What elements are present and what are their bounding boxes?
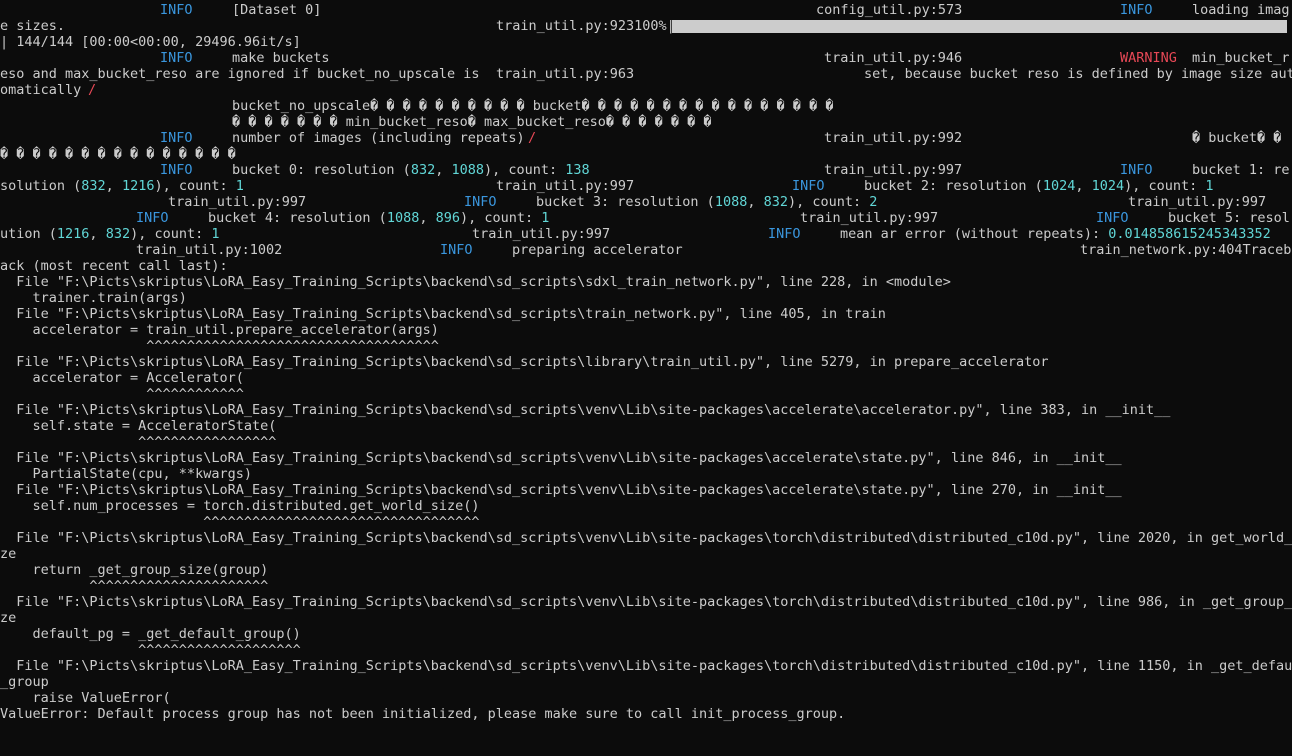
log-source: train_util.py:997 bbox=[472, 226, 611, 242]
traceback-code-line: self.state = AcceleratorState( bbox=[0, 418, 277, 434]
log-message: ution (1216, 832), count: 1 bbox=[0, 226, 220, 242]
log-source: train_util.py:997 bbox=[1128, 194, 1267, 210]
log-line: � � � � � � � � � � � � � � � bbox=[0, 146, 1292, 162]
log-message: min_bucket_r bbox=[1192, 50, 1290, 66]
log-line: e sizes. train_util.py:923100%| bbox=[0, 18, 1292, 34]
traceback-file-line: File "F:\Picts\skriptus\LoRA_Easy_Traini… bbox=[0, 354, 1049, 370]
log-message: bucket 2: resolution (1024, 1024), count… bbox=[864, 178, 1214, 194]
traceback-caret-line: ^^^^^^^^^^^^^^^^^^^^ bbox=[0, 642, 301, 658]
traceback-caret-line: ^^^^^^^^^^^^^^^^^ bbox=[0, 434, 277, 450]
log-line: omatically / bbox=[0, 82, 1292, 98]
log-message: omatically bbox=[0, 82, 82, 98]
log-message: bucket 5: resol bbox=[1168, 210, 1290, 226]
log-line: solution (832, 1216), count: 1 train_uti… bbox=[0, 178, 1292, 194]
traceback-file-line-wrap: _group bbox=[0, 674, 49, 690]
traceback-code-line: self.num_processes = torch.distributed.g… bbox=[0, 498, 480, 514]
log-source: train_util.py:997 bbox=[824, 162, 963, 178]
traceback-code-line: default_pg = _get_default_group() bbox=[0, 626, 301, 642]
log-source: train_util.py:997 bbox=[168, 194, 307, 210]
log-source: train_util.py:992 bbox=[824, 130, 963, 146]
log-source: train_util.py:997 bbox=[496, 178, 635, 194]
log-level-info: INFO bbox=[792, 178, 825, 194]
log-line: eso and max_bucket_reso are ignored if b… bbox=[0, 66, 1292, 82]
log-level-info: INFO bbox=[160, 162, 193, 178]
log-level-info: INFO bbox=[1120, 162, 1153, 178]
log-message: loading imag bbox=[1192, 2, 1290, 18]
traceback-caret-line: ^^^^^^^^^^^^^^^^^^^^^^^^^^^^^^^^^^^^ bbox=[0, 338, 439, 354]
log-message: solution (832, 1216), count: 1 bbox=[0, 178, 244, 194]
traceback-caret-line: ^^^^^^^^^^^^^^^^^^^^^^ bbox=[0, 578, 269, 594]
log-message: � bucket� � bbox=[1192, 130, 1282, 146]
log-line: train_util.py:1002 INFO preparing accele… bbox=[0, 242, 1292, 258]
log-separator: / bbox=[528, 130, 537, 146]
log-message: bucket 3: resolution (1088, 832), count:… bbox=[536, 194, 878, 210]
log-message: number of images (including repeats) bbox=[232, 130, 525, 146]
log-level-info: INFO bbox=[160, 130, 193, 146]
traceback-file-line: File "F:\Picts\skriptus\LoRA_Easy_Traini… bbox=[0, 482, 1122, 498]
log-message: make buckets bbox=[232, 50, 330, 66]
traceback-file-line: File "F:\Picts\skriptus\LoRA_Easy_Traini… bbox=[0, 402, 1171, 418]
traceback-code-line: PartialState(cpu, **kwargs) bbox=[0, 466, 252, 482]
log-level-info: INFO bbox=[768, 226, 801, 242]
traceback-code-line: raise ValueError( bbox=[0, 690, 171, 706]
log-line: INFO bucket 4: resolution (1088, 896), c… bbox=[0, 210, 1292, 226]
log-message: set, because bucket reso is defined by i… bbox=[864, 66, 1292, 82]
log-source: train_util.py:963 bbox=[496, 66, 635, 82]
log-source: config_util.py:573 bbox=[816, 2, 963, 18]
log-message: e sizes. bbox=[0, 18, 66, 34]
log-level-warning: WARNING bbox=[1120, 50, 1177, 66]
log-line: INFO bucket 0: resolution (832, 1088), c… bbox=[0, 162, 1292, 178]
log-level-info: INFO bbox=[440, 242, 473, 258]
log-source: train_util.py:946 bbox=[824, 50, 963, 66]
progress-bar bbox=[672, 20, 1287, 33]
log-message: bucket 1: re bbox=[1192, 162, 1290, 178]
traceback-code-line: return _get_group_size(group) bbox=[0, 562, 269, 578]
log-level-info: INFO bbox=[160, 2, 193, 18]
traceback-code-line: trainer.train(args) bbox=[0, 290, 187, 306]
log-line: � � � � � � � min_bucket_reso� max_bucke… bbox=[0, 114, 1292, 130]
log-message: bucket 0: resolution (832, 1088), count:… bbox=[232, 162, 590, 178]
traceback-header: ack (most recent call last): bbox=[0, 258, 228, 274]
log-line: train_util.py:997 INFO bucket 3: resolut… bbox=[0, 194, 1292, 210]
traceback-caret-line: ^^^^^^^^^^^^^^^^^^^^^^^^^^^^^^^^^^ bbox=[0, 514, 480, 530]
traceback-file-line: File "F:\Picts\skriptus\LoRA_Easy_Traini… bbox=[0, 306, 886, 322]
log-level-info: INFO bbox=[1096, 210, 1129, 226]
log-message: eso and max_bucket_reso are ignored if b… bbox=[0, 66, 480, 82]
log-line: bucket_no_upscale� � � � � � � � � � buc… bbox=[0, 98, 1292, 114]
log-message: preparing accelerator bbox=[512, 242, 683, 258]
log-source: train_util.py:1002 bbox=[136, 242, 283, 258]
log-source: train_network.py:404Traceb bbox=[1080, 242, 1292, 258]
log-line: INFO [Dataset 0] config_util.py:573 INFO… bbox=[0, 2, 1292, 18]
traceback-caret-line: ^^^^^^^^^^^^ bbox=[0, 386, 244, 402]
log-line: ution (1216, 832), count: 1 train_util.p… bbox=[0, 226, 1292, 242]
log-line: INFO number of images (including repeats… bbox=[0, 130, 1292, 146]
log-line: INFO make buckets train_util.py:946 WARN… bbox=[0, 50, 1292, 66]
progress-label: train_util.py:923100%| bbox=[496, 18, 675, 34]
log-line: | 144/144 [00:00<00:00, 29496.96it/s] bbox=[0, 34, 1292, 50]
traceback-file-line: File "F:\Picts\skriptus\LoRA_Easy_Traini… bbox=[0, 658, 1292, 674]
log-message: mean ar error (without repeats): 0.01485… bbox=[840, 226, 1271, 242]
log-message: � � � � � � � min_bucket_reso� max_bucke… bbox=[232, 114, 712, 130]
log-level-info: INFO bbox=[1120, 2, 1153, 18]
log-level-info: INFO bbox=[160, 50, 193, 66]
traceback-file-line: File "F:\Picts\skriptus\LoRA_Easy_Traini… bbox=[0, 530, 1292, 546]
progress-stats: | 144/144 [00:00<00:00, 29496.96it/s] bbox=[0, 34, 301, 50]
error-message: ValueError: Default process group has no… bbox=[0, 706, 846, 722]
terminal-window[interactable]: INFO [Dataset 0] config_util.py:573 INFO… bbox=[0, 0, 1292, 756]
traceback-code-line: accelerator = Accelerator( bbox=[0, 370, 244, 386]
traceback-file-line: File "F:\Picts\skriptus\LoRA_Easy_Traini… bbox=[0, 274, 951, 290]
log-message: � � � � � � � � � � � � � � � bbox=[0, 146, 236, 162]
log-level-info: INFO bbox=[136, 210, 169, 226]
traceback-file-line-wrap: ze bbox=[0, 610, 17, 626]
traceback-file-line: File "F:\Picts\skriptus\LoRA_Easy_Traini… bbox=[0, 594, 1292, 610]
traceback-code-line: accelerator = train_util.prepare_acceler… bbox=[0, 322, 439, 338]
log-separator: / bbox=[88, 82, 97, 98]
log-source: train_util.py:997 bbox=[800, 210, 939, 226]
log-message: [Dataset 0] bbox=[232, 2, 322, 18]
log-message: bucket_no_upscale� � � � � � � � � � buc… bbox=[232, 98, 834, 114]
traceback-file-line: File "F:\Picts\skriptus\LoRA_Easy_Traini… bbox=[0, 450, 1122, 466]
log-level-info: INFO bbox=[464, 194, 497, 210]
traceback-file-line-wrap: ze bbox=[0, 546, 17, 562]
log-message: bucket 4: resolution (1088, 896), count:… bbox=[208, 210, 550, 226]
